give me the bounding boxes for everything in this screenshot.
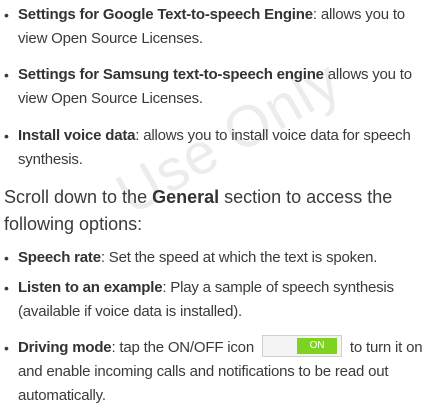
bullet-term: Listen to an example [18, 279, 163, 296]
bullet-term: Settings for Samsung text-to-speech engi… [18, 66, 324, 83]
paragraph-general-bold: General [152, 187, 220, 207]
on-off-toggle-icon: ON [261, 335, 342, 358]
bullet-dot: • [4, 250, 9, 266]
bullet-samsung-tts-settings: • Settings for Samsung text-to-speech eng… [0, 63, 428, 111]
bullet-google-tts-settings: • Settings for Google Text-to-speech Engi… [0, 3, 428, 51]
bullet-term: Install voice data [18, 127, 136, 144]
bullet-listen-example: • Listen to an example: Play a sample of … [0, 276, 428, 324]
bullet-dot: • [4, 7, 9, 23]
bullet-speech-rate: • Speech rate: Set the speed at which the… [0, 246, 428, 270]
bullet-text-before: : tap the ON/OFF icon [111, 339, 254, 356]
general-section-paragraph: Scroll down to the General section to ac… [4, 184, 414, 238]
toggle-on-label: ON [296, 338, 337, 355]
bullet-term: Settings for Google Text-to-speech Engin… [18, 6, 313, 23]
bullet-text: : Set the speed at which the text is spo… [100, 249, 378, 266]
bullet-install-voice-data: • Install voice data: allows you to insta… [0, 124, 428, 172]
paragraph-text-before: Scroll down to the [4, 187, 153, 207]
bullet-term: Speech rate [18, 249, 101, 266]
bullet-dot: • [4, 128, 9, 144]
bullet-dot: • [4, 67, 9, 83]
manual-page: Use Only • Settings for Google Text-to-sp… [0, 0, 428, 419]
bullet-dot: • [4, 340, 9, 356]
bullet-driving-mode: • Driving mode: tap the ON/OFF icon ON to… [0, 335, 428, 408]
bullet-term: Driving mode [18, 339, 112, 356]
bullet-dot: • [4, 280, 9, 296]
